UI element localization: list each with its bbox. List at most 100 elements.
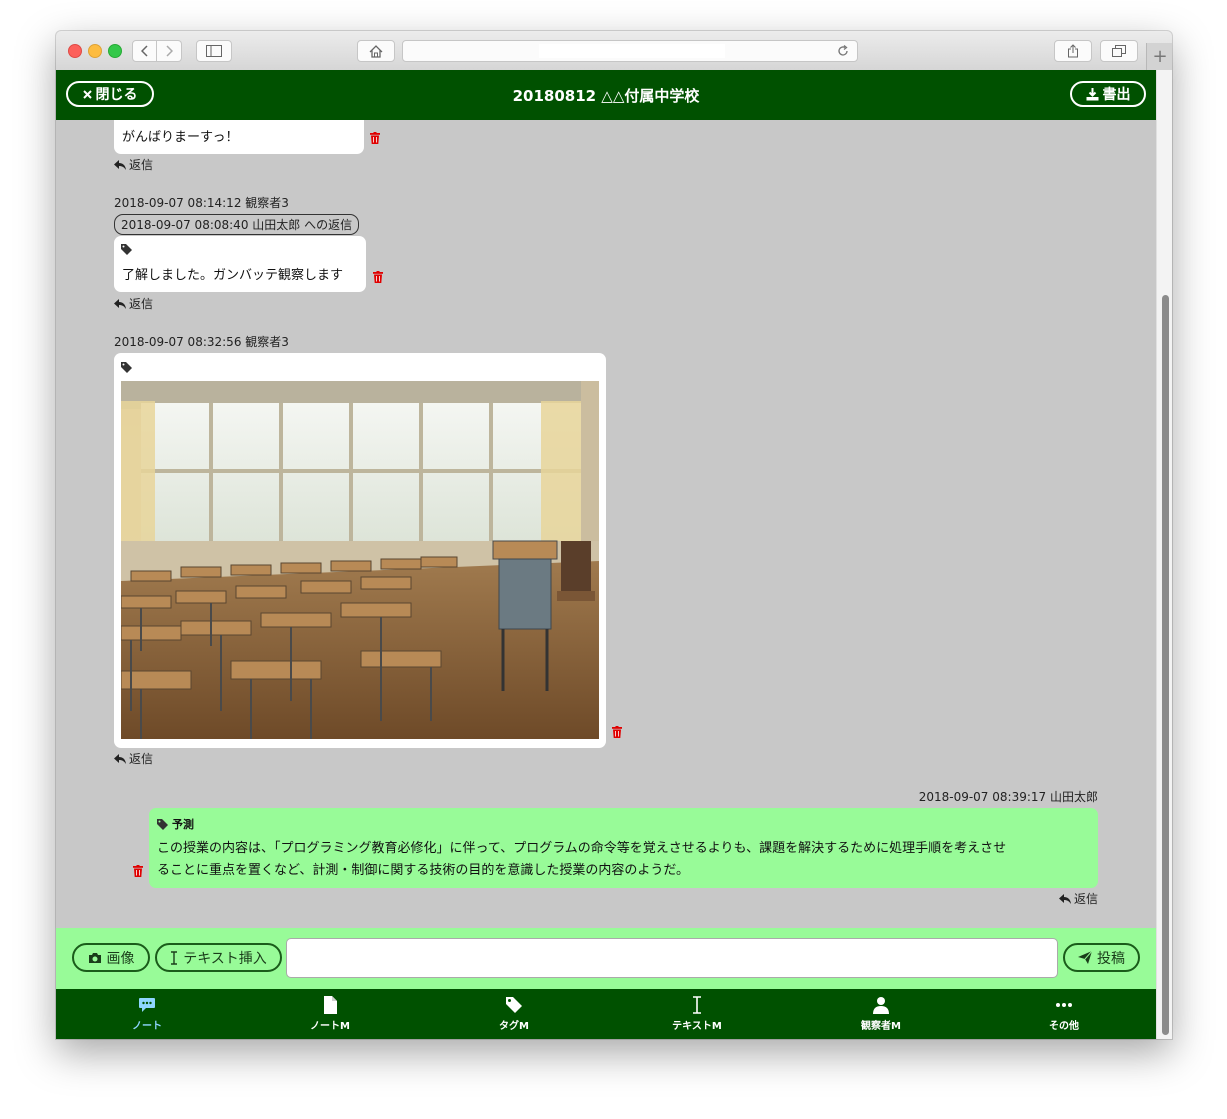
nav-label: ノート	[132, 1021, 162, 1032]
close-button[interactable]: 閉じる	[66, 81, 154, 107]
message-timestamp: 2018-09-07 08:14:12	[114, 196, 242, 210]
close-icon	[82, 89, 92, 99]
reply-link[interactable]: 返信	[114, 156, 153, 173]
tag-icon	[121, 244, 132, 255]
image-button-label: 画像	[106, 950, 135, 967]
tag-icon	[121, 362, 132, 373]
home-icon	[369, 44, 383, 58]
message-bubble: がんばりまーすっ！	[114, 120, 364, 154]
send-icon	[1078, 951, 1092, 964]
address-text-area	[539, 44, 725, 58]
image-button[interactable]: 画像	[72, 943, 150, 972]
message-text: がんばりまーすっ！	[122, 130, 239, 145]
file-icon	[324, 996, 337, 1014]
nav-item-observer-master[interactable]: 観察者M	[821, 989, 941, 1039]
reply-label: 返信	[129, 297, 154, 311]
trash-icon[interactable]	[612, 726, 622, 738]
reply-icon	[114, 298, 126, 309]
nav-label: 観察者M	[861, 1021, 901, 1032]
sidebar-toggle-button[interactable]	[196, 40, 232, 62]
reply-label: 返信	[129, 752, 154, 766]
trash-icon[interactable]	[373, 271, 383, 283]
zoom-window-button[interactable]	[108, 44, 122, 58]
address-bar[interactable]	[402, 40, 858, 62]
message-meta: 2018-09-07 08:14:12 観察者3	[114, 194, 289, 211]
new-tab-button[interactable]: +	[1146, 43, 1172, 70]
nav-item-tag-master[interactable]: タグM	[454, 989, 574, 1039]
insert-text-button[interactable]: テキスト挿入	[155, 943, 282, 972]
nav-label: テキストM	[672, 1021, 722, 1032]
tag-icon	[157, 818, 168, 830]
show-tabs-button[interactable]	[1100, 40, 1138, 62]
sidebar-icon	[206, 45, 222, 57]
classroom-photo[interactable]	[121, 381, 599, 739]
close-button-label: 閉じる	[95, 87, 138, 103]
home-button[interactable]	[357, 40, 395, 62]
minimize-window-button[interactable]	[88, 44, 102, 58]
user-icon	[873, 997, 889, 1014]
browser-toolbar: +	[56, 31, 1172, 71]
own-message-bubble: 予測 この授業の内容は、「プログラミング教育必修化」に伴って、プログラムの命令等…	[149, 808, 1098, 888]
back-button[interactable]	[132, 40, 157, 62]
message-timestamp: 2018-09-07 08:32:56	[114, 335, 242, 349]
reply-link[interactable]: 返信	[114, 295, 153, 312]
message-meta: 2018-09-07 08:39:17 山田太郎	[919, 788, 1098, 805]
reply-icon	[114, 753, 126, 764]
message-text-line: この授業の内容は、「プログラミング教育必修化」に伴って、プログラムの命令等を覚え…	[157, 841, 1007, 856]
nav-item-note-master[interactable]: ノートM	[270, 989, 390, 1039]
forward-button[interactable]	[157, 40, 182, 62]
reply-link[interactable]: 返信	[1058, 890, 1098, 907]
post-button[interactable]: 投稿	[1063, 943, 1140, 972]
share-button[interactable]	[1054, 40, 1092, 62]
nav-item-text-master[interactable]: テキストM	[637, 989, 757, 1039]
chevron-left-icon	[140, 45, 148, 57]
chevron-right-icon	[166, 45, 173, 57]
reply-icon	[1058, 893, 1071, 904]
message-author: 観察者3	[245, 335, 289, 349]
reply-link[interactable]: 返信	[114, 750, 153, 767]
app-header: 20180812 △△付属中学校 閉じる 書出	[56, 70, 1156, 120]
message-tag: 予測	[157, 816, 194, 832]
scrollbar-track[interactable]	[1156, 70, 1172, 1039]
post-input[interactable]	[286, 938, 1058, 978]
message-timestamp: 2018-09-07 08:39:17	[918, 790, 1047, 804]
export-button-label: 書出	[1102, 87, 1131, 103]
message-author: 観察者3	[245, 196, 289, 210]
reply-reference[interactable]: 2018-09-07 08:08:40 山田太郎 への返信	[114, 214, 360, 235]
comments-icon	[139, 998, 155, 1012]
nav-label: タグM	[499, 1021, 529, 1032]
trash-icon[interactable]	[370, 132, 380, 144]
download-icon	[1086, 87, 1098, 100]
browser-window: + 20180812 △△付属中学校 閉じる 書出 がんばりまーすっ！ 返信 2…	[56, 31, 1172, 1039]
export-button[interactable]: 書出	[1070, 81, 1146, 107]
nav-label: その他	[1049, 1021, 1079, 1032]
page-title: 20180812 △△付属中学校	[512, 86, 700, 105]
reply-label: 返信	[1073, 892, 1098, 906]
close-window-button[interactable]	[68, 44, 82, 58]
insert-text-button-label: テキスト挿入	[183, 950, 267, 967]
message-text-line: ることに重点を置くなど、計測・制御に関する技術の目的を意識した授業の内容のようだ…	[157, 863, 689, 878]
message-text: 了解しました。ガンバッテ観察します	[122, 268, 344, 283]
reply-label: 返信	[129, 158, 154, 172]
message-bubble: 了解しました。ガンバッテ観察します	[114, 236, 366, 292]
camera-icon	[88, 952, 101, 963]
scrollbar-thumb[interactable]	[1162, 295, 1169, 1035]
bottom-nav: ノート ノートM タグM テキストM 観察者M その他	[56, 989, 1156, 1039]
nav-item-other[interactable]: その他	[1004, 989, 1124, 1039]
note-timeline[interactable]: がんばりまーすっ！ 返信 2018-09-07 08:14:12 観察者3 20…	[56, 120, 1156, 928]
plus-icon: +	[1152, 46, 1168, 67]
trash-icon[interactable]	[133, 865, 143, 877]
message-meta: 2018-09-07 08:32:56 観察者3	[114, 333, 289, 350]
text-cursor-icon	[171, 950, 178, 965]
classroom-illustration	[121, 381, 599, 739]
reload-icon[interactable]	[837, 45, 849, 57]
message-bubble	[114, 353, 606, 748]
message-tag-label: 予測	[172, 818, 194, 831]
composer-bar: 画像 テキスト挿入 投稿	[56, 928, 1156, 989]
tabs-icon	[1112, 45, 1126, 57]
nav-item-note[interactable]: ノート	[87, 989, 207, 1039]
reply-icon	[114, 159, 126, 170]
share-icon	[1068, 44, 1078, 58]
ellipsis-icon	[1056, 1003, 1072, 1007]
message-author: 山田太郎	[1049, 790, 1098, 804]
